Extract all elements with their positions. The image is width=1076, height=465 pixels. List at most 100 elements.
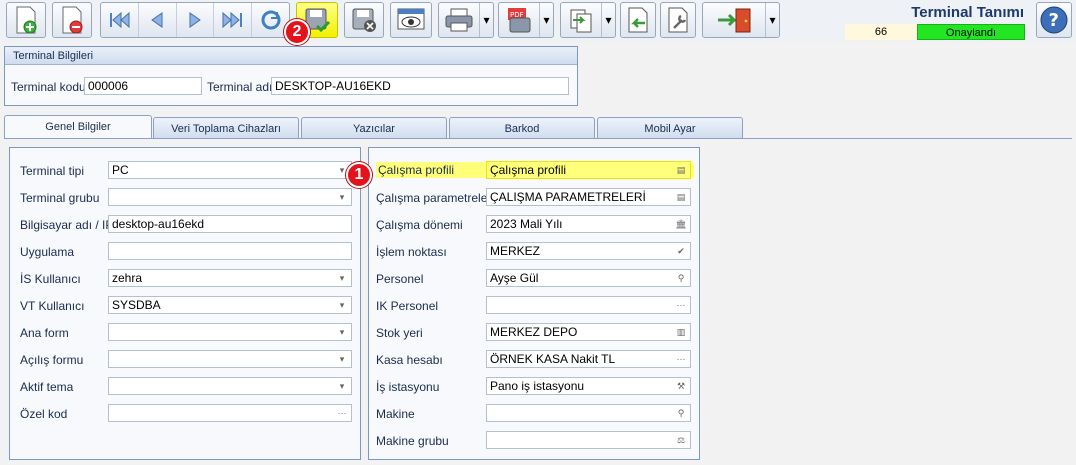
step-badge-1: 1 [346, 162, 372, 188]
calisma-donemi-input[interactable]: 2023 Mali Yılı 🏛 [486, 215, 691, 233]
first-icon [110, 11, 130, 29]
i-slem-noktasi-label: İşlem noktası [376, 245, 447, 259]
personel-input[interactable]: Ayşe Gül ⚲ [486, 269, 691, 287]
toolbar: ▾ PDF ▾ ▾ ▾ Terminal Tanımı 66 Onaylandı… [0, 0, 1076, 42]
print-dropdown-icon[interactable]: ▾ [479, 3, 493, 37]
i-s-istasyonu-label: İş istasyonu [376, 380, 440, 394]
tab-barkod[interactable]: Barkod [449, 117, 595, 139]
dropdown-arrow-icon[interactable]: ▾ [335, 379, 349, 393]
last-icon [222, 11, 242, 29]
aktif-tema-label: Aktif tema [20, 380, 74, 394]
stok-yeri-input[interactable]: MERKEZ DEPO ▥ [486, 323, 691, 341]
ozel-kod-input[interactable]: ··· [108, 404, 352, 422]
terminal-code-label: Terminal kodu [11, 80, 86, 94]
tab-mobil-ayar[interactable]: Mobil Ayar [597, 117, 743, 139]
lookup-icon[interactable]: ▥ [674, 325, 688, 339]
dropdown-arrow-icon[interactable]: ▾ [335, 190, 349, 204]
lookup-icon[interactable]: ⚲ [674, 271, 688, 285]
calisma-profili-input[interactable]: Çalışma profili ▤ [486, 161, 691, 179]
save-cancel-button[interactable] [344, 2, 384, 38]
lookup-icon[interactable]: ⚲ [674, 406, 688, 420]
kasa-hesabi-input[interactable]: ÖRNEK KASA Nakit TL ··· [486, 350, 691, 368]
new-record-button[interactable] [6, 2, 46, 38]
calisma-parametreleri-label: Çalışma parametreleri [376, 191, 495, 205]
previous-record-button[interactable] [139, 3, 177, 37]
makine-input[interactable]: ⚲ [486, 404, 691, 422]
dropdown-arrow-icon[interactable]: ▾ [335, 298, 349, 312]
last-record-button[interactable] [214, 3, 253, 37]
i-slem-noktasi-input[interactable]: MERKEZ ✔ [486, 242, 691, 260]
i-s-istasyonu-input[interactable]: Pano iş istasyonu ⚒ [486, 377, 691, 395]
pdf-icon: PDF [508, 8, 531, 33]
lookup-icon[interactable]: ⚖ [674, 433, 688, 447]
uygulama-input[interactable] [108, 242, 352, 260]
ellipsis-icon[interactable]: ··· [674, 352, 688, 366]
i-slem-noktasi-value: MERKEZ [490, 244, 541, 258]
ellipsis-icon[interactable]: ··· [335, 406, 349, 420]
save-cancel-icon [352, 8, 376, 32]
step-badge-2: 2 [284, 19, 310, 45]
vt-kullanici-value: SYSDBA [112, 298, 161, 312]
tab-strip: Genel Bilgiler Veri Toplama Cihazları Ya… [4, 115, 744, 140]
print-button[interactable]: ▾ [438, 2, 494, 38]
makine-grubu-label: Makine grubu [376, 434, 449, 448]
wrench-document-icon [668, 7, 688, 33]
tab-veri-toplama[interactable]: Veri Toplama Cihazları [153, 117, 299, 139]
exit-door-icon [718, 8, 751, 33]
i-s-kullanici-input[interactable]: zehra ▾ [108, 269, 352, 287]
terminal-tipi-input[interactable]: PC ▾ [108, 161, 352, 179]
general-left-panel: Terminal tipi PC ▾ Terminal grubu ▾ Bilgisaya… [9, 147, 361, 460]
calisma-donemi-label: Çalışma dönemi [376, 218, 463, 232]
lookup-icon[interactable]: ⚒ [674, 379, 688, 393]
calisma-parametreleri-input[interactable]: ÇALIŞMA PARAMETRELERİ ▤ [486, 188, 691, 206]
aktif-tema-input[interactable]: ▾ [108, 377, 352, 395]
next-record-button[interactable] [177, 3, 215, 37]
lookup-icon[interactable]: ▤ [674, 163, 688, 177]
terminal-grubu-label: Terminal grubu [20, 191, 100, 205]
acilis-formu-input[interactable]: ▾ [108, 350, 352, 368]
terminal-tipi-label: Terminal tipi [20, 164, 85, 178]
makine-label: Makine [376, 407, 415, 421]
record-count: 66 [845, 24, 917, 40]
tab-yazicilar[interactable]: Yazıcılar [301, 117, 447, 139]
ana-form-input[interactable]: ▾ [108, 323, 352, 341]
exit-button[interactable]: ▾ [702, 2, 780, 38]
record-navigation [100, 2, 290, 38]
vt-kullanici-input[interactable]: SYSDBA ▾ [108, 296, 352, 314]
preview-button[interactable] [390, 2, 432, 38]
makine-grubu-input[interactable]: ⚖ [486, 431, 691, 449]
import-button[interactable] [620, 2, 656, 38]
terminal-code-input[interactable]: 000006 [84, 77, 202, 95]
ik-personel-input[interactable]: ··· [486, 296, 691, 314]
transfer-button[interactable]: ▾ [560, 2, 616, 38]
pdf-dropdown-icon[interactable]: ▾ [539, 3, 553, 37]
terminal-grubu-input[interactable]: ▾ [108, 188, 352, 206]
uygulama-label: Uygulama [20, 245, 75, 259]
exit-dropdown-icon[interactable]: ▾ [765, 3, 779, 37]
terminal-name-input[interactable]: DESKTOP-AU16EKD [271, 77, 569, 95]
dropdown-arrow-icon[interactable]: ▾ [335, 325, 349, 339]
dropdown-arrow-icon[interactable]: ▾ [335, 352, 349, 366]
help-button[interactable]: ? [1036, 2, 1072, 38]
terminal-info-title: Terminal Bilgileri [5, 47, 577, 65]
export-pdf-button[interactable]: PDF ▾ [498, 2, 554, 38]
transfer-dropdown-icon[interactable]: ▾ [601, 3, 615, 37]
ik-personel-label: IK Personel [376, 299, 439, 313]
ellipsis-icon[interactable]: ··· [674, 298, 688, 312]
lookup-icon[interactable]: ▤ [674, 190, 688, 204]
stok-yeri-value: MERKEZ DEPO [490, 325, 578, 339]
lookup-icon[interactable]: 🏛 [674, 217, 688, 231]
first-record-button[interactable] [101, 3, 139, 37]
import-document-icon [628, 7, 648, 33]
bilgisayar-adi-ip-label: Bilgisayar adı / IP [20, 218, 114, 232]
new-document-icon [16, 6, 37, 34]
settings-button[interactable] [660, 2, 696, 38]
terminal-name-label: Terminal adı [207, 80, 273, 94]
tab-genel-bilgiler[interactable]: Genel Bilgiler [4, 115, 152, 140]
help-icon: ? [1040, 6, 1068, 34]
bilgisayar-adi-ip-input[interactable]: desktop-au16ekd [108, 215, 352, 233]
lookup-icon[interactable]: ✔ [674, 244, 688, 258]
dropdown-arrow-icon[interactable]: ▾ [335, 271, 349, 285]
delete-record-button[interactable] [52, 2, 92, 38]
bilgisayar-adi-ip-value: desktop-au16ekd [112, 217, 205, 231]
